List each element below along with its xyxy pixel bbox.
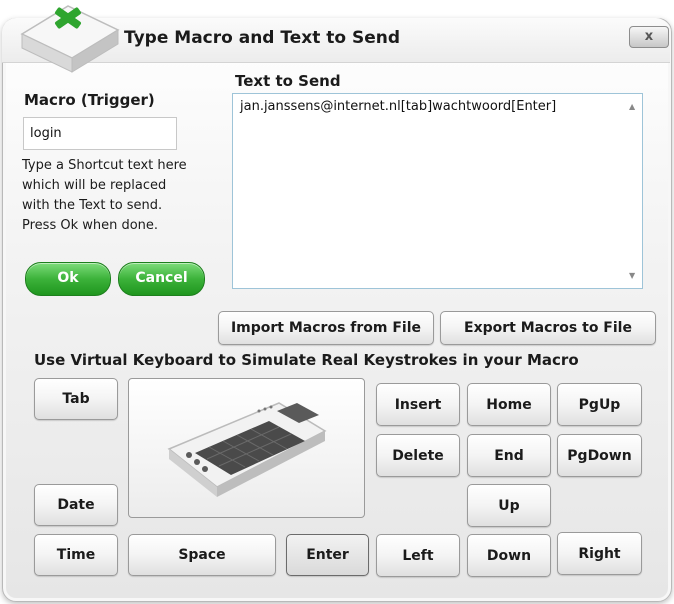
macro-help-text: Type a Shortcut text here which will be … [22, 156, 212, 236]
key-time-button[interactable]: Time [34, 534, 118, 576]
key-insert-button[interactable]: Insert [376, 383, 460, 426]
export-macros-button[interactable]: Export Macros to File [440, 311, 656, 345]
help-line: which will be replaced [22, 178, 167, 193]
virtual-keyboard-image [128, 378, 365, 518]
key-space-button[interactable]: Space [128, 534, 276, 576]
import-macros-button[interactable]: Import Macros from File [218, 311, 434, 345]
help-line: Type a Shortcut text here [22, 158, 187, 173]
app-logo-icon [20, 5, 120, 73]
key-left-button[interactable]: Left [376, 534, 460, 577]
key-pgup-button[interactable]: PgUp [557, 383, 642, 426]
help-line: Press Ok when done. [22, 218, 159, 233]
close-button[interactable]: x [629, 26, 669, 48]
key-right-button[interactable]: Right [557, 532, 642, 575]
key-tab-button[interactable]: Tab [34, 378, 118, 420]
key-end-button[interactable]: End [467, 434, 551, 477]
key-home-button[interactable]: Home [467, 383, 551, 426]
macro-trigger-input[interactable] [23, 117, 177, 150]
cancel-button[interactable]: Cancel [118, 262, 205, 296]
key-delete-button[interactable]: Delete [376, 434, 460, 477]
text-to-send-area[interactable]: jan.janssens@internet.nl[tab]wachtwoord[… [232, 93, 643, 289]
scroll-up-icon[interactable]: ▲ [629, 102, 635, 111]
text-to-send-label: Text to Send [235, 72, 341, 90]
key-down-button[interactable]: Down [467, 534, 551, 577]
virtual-keyboard-heading: Use Virtual Keyboard to Simulate Real Ke… [34, 351, 579, 369]
window-title: Type Macro and Text to Send [124, 28, 401, 48]
key-pgdown-button[interactable]: PgDown [557, 434, 642, 477]
key-enter-button[interactable]: Enter [286, 534, 369, 576]
text-area-scrollbar[interactable]: ▲ ▼ [625, 94, 642, 288]
help-line: with the Text to send. [22, 198, 163, 213]
text-to-send-value[interactable]: jan.janssens@internet.nl[tab]wachtwoord[… [240, 99, 556, 114]
scroll-down-icon[interactable]: ▼ [629, 271, 635, 280]
ok-button[interactable]: Ok [25, 262, 111, 296]
macro-label: Macro (Trigger) [24, 91, 155, 109]
keyboard-icon [167, 402, 327, 497]
key-up-button[interactable]: Up [467, 484, 551, 527]
key-date-button[interactable]: Date [34, 484, 118, 526]
